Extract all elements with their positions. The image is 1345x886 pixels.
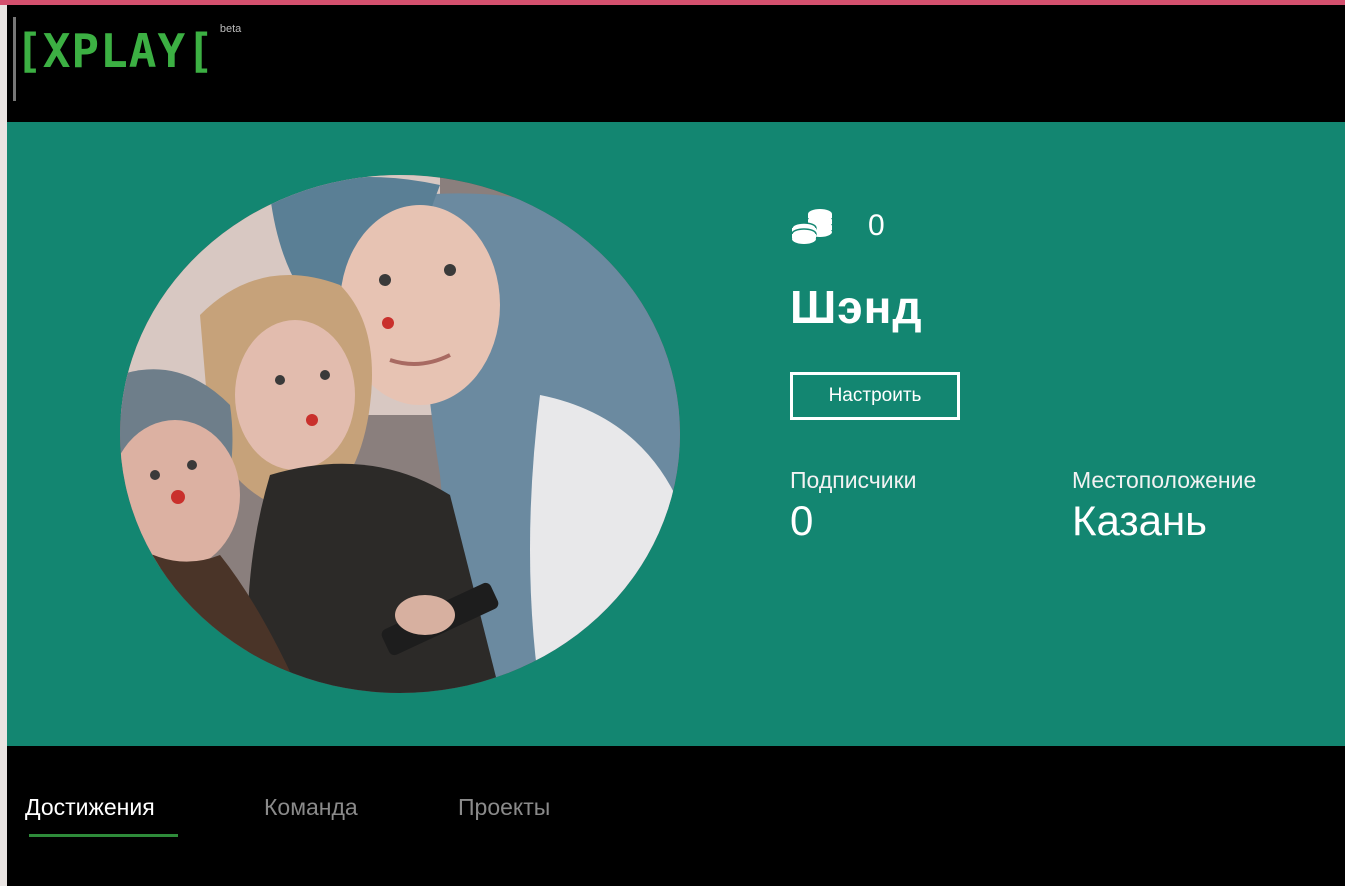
username: Шэнд (790, 281, 923, 333)
followers-value: 0 (790, 497, 814, 544)
location-stat: Местоположение Казань (1072, 467, 1256, 544)
avatar[interactable] (120, 175, 680, 693)
profile-photo (120, 175, 680, 693)
tab-projects[interactable]: Проекты (458, 794, 550, 821)
logo-text: XPLAY (42, 24, 187, 78)
settings-button[interactable]: Настроить (790, 372, 960, 420)
logo[interactable]: [ XPLAY [ beta (13, 17, 242, 101)
location-value: Казань (1072, 497, 1208, 544)
profile-tabs-bar: Достижения Команда Проекты (7, 746, 1345, 886)
coins-row: 0 (790, 206, 885, 246)
header: [ XPLAY [ beta (7, 5, 1345, 122)
followers-stat: Подписчики 0 (790, 467, 917, 544)
logo-bracket-right: [ (186, 24, 214, 78)
tab-team[interactable]: Команда (264, 794, 358, 821)
text-cursor (13, 17, 16, 101)
location-label: Местоположение (1072, 467, 1257, 493)
profile-hero: 0 Шэнд Настроить Подписчики 0 Местополож… (7, 122, 1345, 746)
tab-achievements[interactable]: Достижения (25, 794, 155, 821)
logo-bracket-left: [ (15, 24, 43, 78)
app-frame: [ XPLAY [ beta 0 Шэнд Настроить Подписчи… (0, 0, 1345, 886)
coins-stack-icon (791, 209, 832, 244)
followers-label: Подписчики (790, 467, 917, 493)
active-tab-underline (29, 834, 178, 837)
coins-value: 0 (868, 209, 885, 242)
beta-badge: beta (219, 23, 242, 35)
